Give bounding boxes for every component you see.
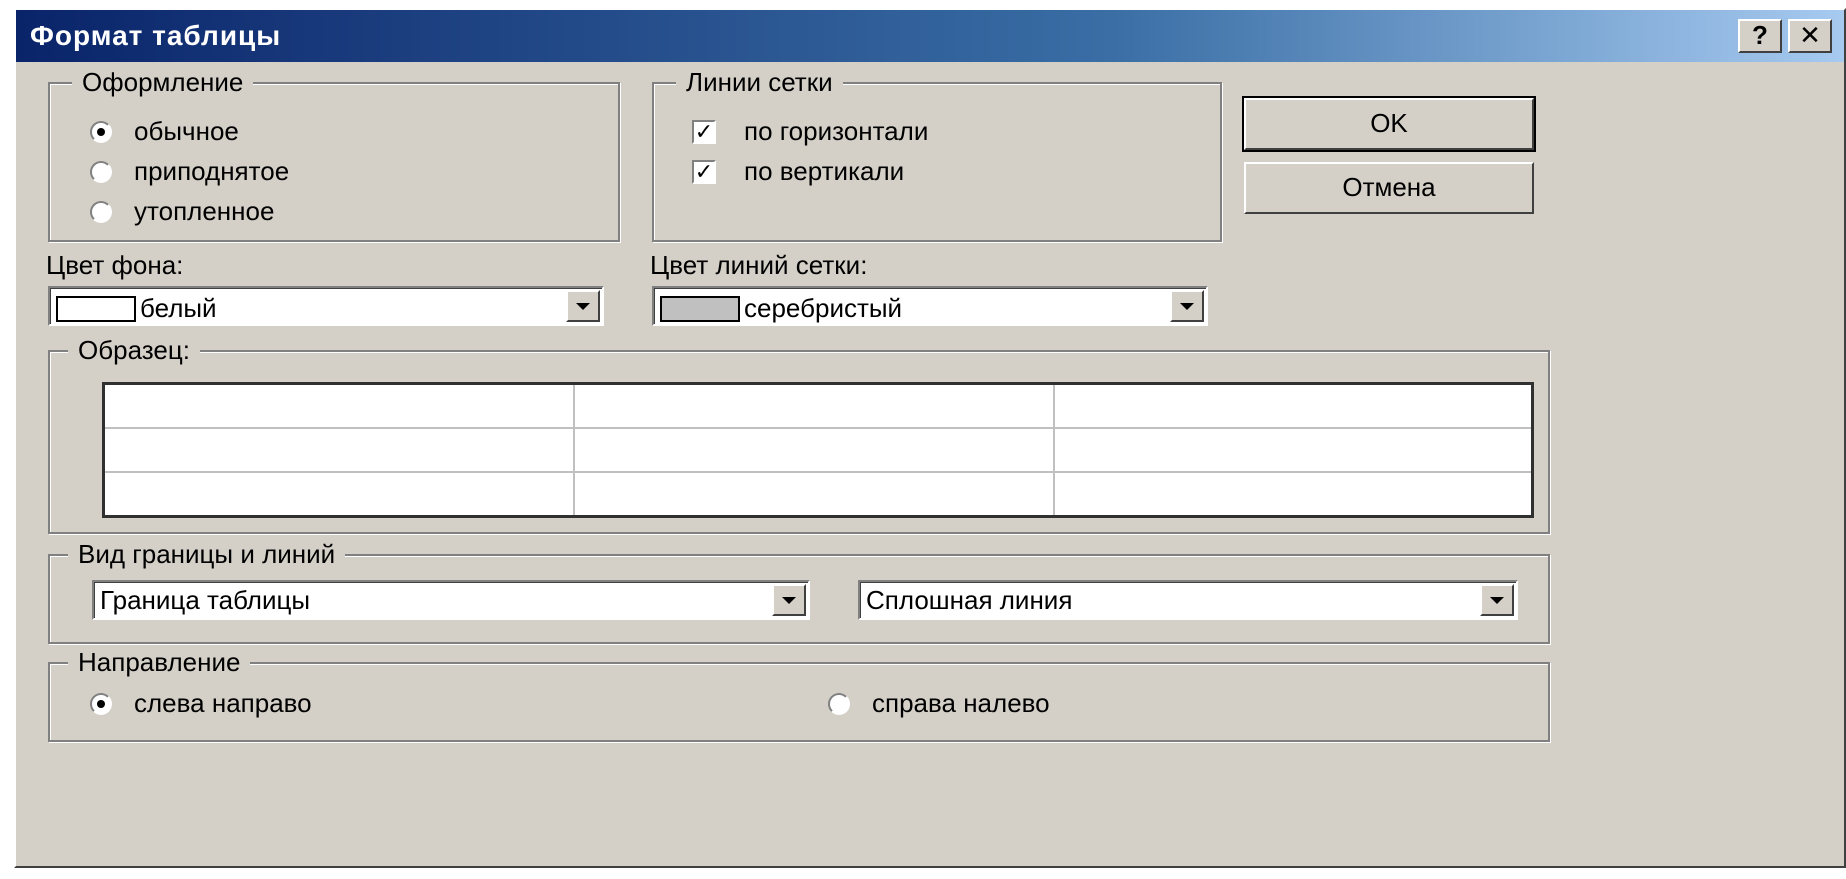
border-element-select[interactable]: Граница таблицы [92, 580, 810, 620]
cancel-button[interactable]: Отмена [1244, 162, 1534, 214]
line-style-value: Сплошная линия [866, 585, 1073, 615]
radio-selected-icon [90, 692, 112, 715]
radio-unselected-icon [828, 692, 850, 715]
checkmark-icon: ✓ [692, 119, 716, 144]
gridlines-vertical-checkbox[interactable]: ✓ по вертикали [692, 156, 904, 187]
sample-gridline-horizontal [105, 471, 1531, 473]
appearance-option-label: утопленное [134, 196, 275, 226]
gridline-color-text: серебристый [744, 293, 903, 323]
appearance-option-label: обычное [134, 116, 239, 146]
appearance-option-sunken[interactable]: утопленное [90, 196, 274, 227]
color-swatch [56, 295, 136, 322]
appearance-option-label: приподнятое [134, 156, 290, 186]
color-swatch [660, 295, 740, 322]
sample-gridline-horizontal [105, 427, 1531, 429]
sample-table-preview [102, 382, 1534, 518]
help-button[interactable]: ? [1738, 19, 1782, 53]
appearance-option-normal[interactable]: обычное [90, 116, 239, 147]
background-color-label: Цвет фона: [46, 250, 184, 280]
ok-button[interactable]: OK [1242, 96, 1536, 152]
gridline-color-label: Цвет линий сетки: [650, 250, 868, 280]
background-color-select[interactable]: белый [48, 286, 604, 326]
title-bar: Формат таблицы ? ✕ [16, 10, 1844, 62]
close-button[interactable]: ✕ [1788, 19, 1832, 53]
border-element-value: Граница таблицы [100, 585, 311, 615]
dropdown-arrow-icon[interactable] [1480, 584, 1514, 616]
sample-gridline-vertical [1053, 385, 1055, 515]
radio-selected-icon [90, 120, 112, 143]
dialog-title: Формат таблицы [30, 20, 282, 51]
gridlines-legend: Линии сетки [676, 67, 843, 97]
line-style-select[interactable]: Сплошная линия [858, 580, 1518, 620]
dropdown-arrow-icon[interactable] [772, 584, 806, 616]
sample-gridline-vertical [573, 385, 575, 515]
checkmark-icon: ✓ [692, 159, 716, 184]
gridline-color-value: серебристый [660, 293, 902, 324]
background-color-value: белый [56, 293, 217, 324]
direction-right-to-left[interactable]: справа налево [828, 688, 1050, 719]
direction-legend: Направление [68, 647, 251, 677]
direction-right-to-left-label: справа налево [872, 688, 1050, 718]
radio-unselected-icon [90, 160, 112, 183]
gridlines-horizontal-label: по горизонтали [744, 116, 929, 146]
border-style-legend: Вид границы и линий [68, 539, 346, 569]
sample-legend: Образец: [68, 335, 200, 365]
background-color-text: белый [140, 293, 217, 323]
direction-left-to-right[interactable]: слева направо [90, 688, 312, 719]
dropdown-arrow-icon[interactable] [1170, 290, 1204, 322]
format-table-dialog: Формат таблицы ? ✕ Оформление обычное пр… [14, 8, 1846, 868]
gridline-color-select[interactable]: серебристый [652, 286, 1208, 326]
appearance-legend: Оформление [72, 67, 254, 97]
direction-left-to-right-label: слева направо [134, 688, 312, 718]
gridlines-horizontal-checkbox[interactable]: ✓ по горизонтали [692, 116, 928, 147]
gridlines-vertical-label: по вертикали [744, 156, 905, 186]
appearance-option-raised[interactable]: приподнятое [90, 156, 289, 187]
radio-unselected-icon [90, 200, 112, 223]
dropdown-arrow-icon[interactable] [566, 290, 600, 322]
